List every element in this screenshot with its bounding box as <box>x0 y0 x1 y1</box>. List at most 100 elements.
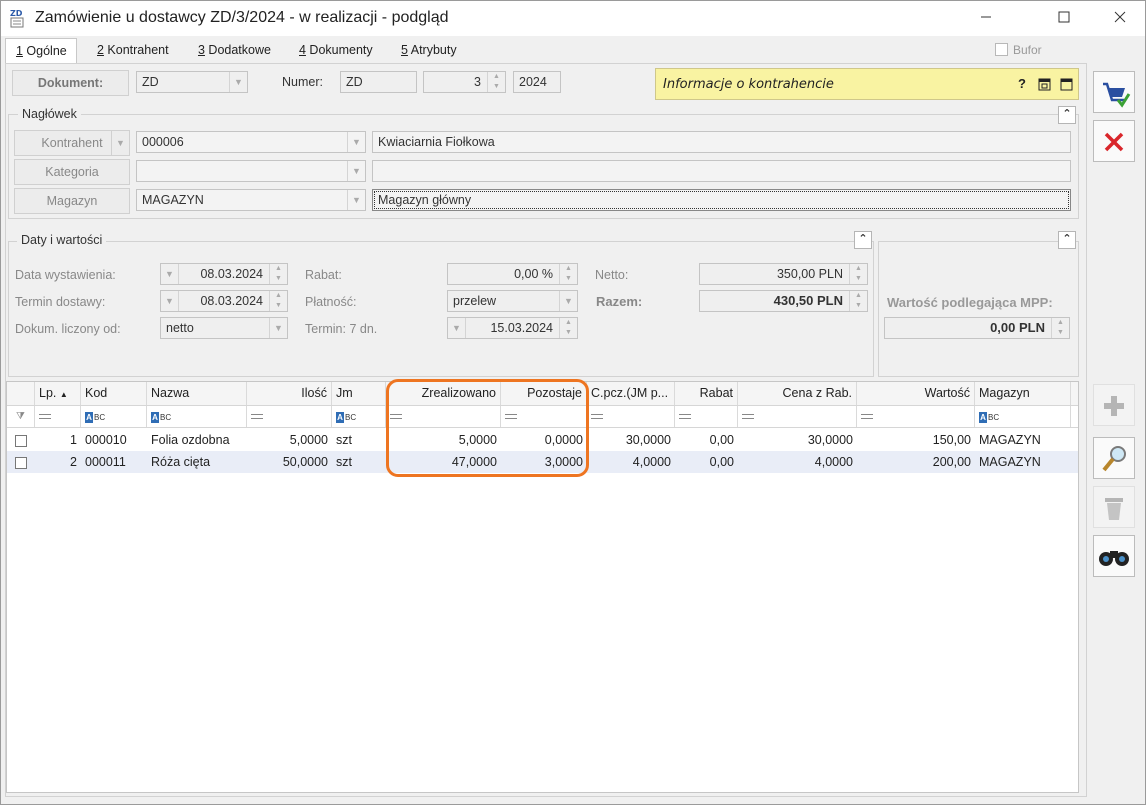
column-header-lp[interactable]: Lp. ▲ <box>35 382 81 405</box>
filter-magazyn[interactable]: A BC <box>975 406 1071 427</box>
filter-cena[interactable] <box>738 406 857 427</box>
cell-pozostaje: 0,0000 <box>544 433 583 447</box>
spinner-icon: ▲ ▼ <box>269 291 287 311</box>
chevron-down-icon: ▼ <box>559 291 577 311</box>
column-header-cena[interactable]: Cena z Rab. <box>738 382 857 405</box>
filter-nazwa[interactable]: A BC <box>147 406 247 427</box>
tab-dokumenty[interactable]: 4 Dokumenty <box>289 38 383 64</box>
add-item-button[interactable] <box>1093 384 1135 426</box>
cell-wartosc: 150,00 <box>932 433 971 447</box>
column-header-ilosc[interactable]: Ilość <box>247 382 332 405</box>
column-header-zrealizowano[interactable]: Zrealizowano <box>386 382 501 405</box>
close-window-button[interactable] <box>1097 1 1143 35</box>
row-checkbox[interactable] <box>7 429 35 451</box>
column-header-magazyn[interactable]: Magazyn <box>975 382 1071 405</box>
data-wystawienia-label: Data wystawienia: <box>15 268 116 282</box>
cell-rabat: 0,00 <box>709 455 734 469</box>
equals-icon <box>390 414 402 420</box>
numer-prefix-field: ZD <box>340 71 417 93</box>
maximize-button[interactable] <box>1041 1 1087 35</box>
dokum-liczony-select[interactable]: netto ▼ <box>160 317 288 339</box>
row-checkbox[interactable] <box>7 451 35 473</box>
save-button[interactable] <box>1093 71 1135 113</box>
search-button[interactable] <box>1093 535 1135 577</box>
filter-lp[interactable] <box>35 406 81 427</box>
minimize-button[interactable] <box>963 1 1009 35</box>
table-row[interactable]: 2 000011 Róża cięta 50,0000 szt 47,0000 … <box>7 451 1078 473</box>
column-header-jm[interactable]: Jm <box>332 382 386 405</box>
platnosc-select[interactable]: przelew ▼ <box>447 290 578 312</box>
table-row[interactable]: 1 000010 Folia ozdobna 5,0000 szt 5,0000… <box>7 429 1078 451</box>
filter-cpcz[interactable] <box>587 406 675 427</box>
magnifier-icon <box>1102 446 1126 472</box>
mpp-value-field: 0,00 PLN ▲ ▼ <box>884 317 1070 339</box>
column-header-nazwa[interactable]: Nazwa <box>147 382 247 405</box>
kontrahent-name-field: Kwiaciarnia Fiołkowa <box>372 131 1071 153</box>
bufor-checkbox[interactable]: Bufor <box>995 43 1042 57</box>
trash-icon <box>1105 498 1123 520</box>
filter-kod[interactable]: A BC <box>81 406 147 427</box>
tab-ogolne[interactable]: 1 Ogólne <box>5 38 77 64</box>
dokument-button[interactable]: Dokument: <box>12 70 129 96</box>
cell-nazwa: Folia ozdobna <box>151 433 230 447</box>
chevron-down-icon[interactable]: ▼ <box>111 131 129 155</box>
tab-atrybuty[interactable]: 5 Atrybuty <box>391 38 467 64</box>
cell-cena: 30,0000 <box>807 433 853 447</box>
cell-zrealizowano: 47,0000 <box>451 455 497 469</box>
cancel-button[interactable] <box>1093 120 1135 162</box>
column-header-wartosc[interactable]: Wartość <box>857 382 975 405</box>
chevron-down-icon: ▼ <box>347 190 365 210</box>
filter-jm[interactable]: A BC <box>332 406 386 427</box>
rabat-field[interactable]: 0,00 % ▲ ▼ <box>447 263 578 285</box>
spinner-icon: ▲ ▼ <box>269 264 287 284</box>
filter-wartosc[interactable] <box>857 406 975 427</box>
delete-item-button[interactable] <box>1093 486 1135 528</box>
maximize-panel-icon[interactable] <box>1060 78 1073 94</box>
filter-funnel-icon[interactable]: ⧩ <box>7 406 35 427</box>
document-type-select[interactable]: ZD ▼ <box>136 71 248 93</box>
help-icon[interactable]: ? <box>1018 76 1026 91</box>
text-filter-icon: A BC <box>85 412 106 424</box>
collapse-icon[interactable]: ⌃ <box>1058 106 1076 124</box>
platnosc-label: Płatność: <box>305 295 357 309</box>
filter-rabat[interactable] <box>675 406 738 427</box>
collapse-icon[interactable]: ⌃ <box>854 231 872 249</box>
magazyn-select[interactable]: MAGAZYN ▼ <box>136 189 366 211</box>
kategoria-button[interactable]: Kategoria <box>14 159 130 185</box>
filter-pozostaje[interactable] <box>501 406 587 427</box>
tab-kontrahent[interactable]: 2 Kontrahent <box>87 38 179 64</box>
cell-rabat: 0,00 <box>709 433 734 447</box>
column-header-cpcz[interactable]: C.pcz.(JM p... <box>587 382 675 405</box>
spinner-icon: ▲ ▼ <box>559 318 577 338</box>
magazyn-button[interactable]: Magazyn <box>14 188 130 214</box>
termin-field[interactable]: ▼ 15.03.2024 ▲ ▼ <box>447 317 578 339</box>
filter-ilosc[interactable] <box>247 406 332 427</box>
column-header-pozostaje[interactable]: Pozostaje <box>501 382 587 405</box>
tab-dodatkowe[interactable]: 3 Dodatkowe <box>188 38 281 64</box>
kontrahent-code-field[interactable]: 000006 ▼ <box>136 131 366 153</box>
cell-jm: szt <box>336 455 352 469</box>
spinner-icon: ▲ ▼ <box>1051 318 1069 338</box>
column-header-rabat[interactable]: Rabat <box>675 382 738 405</box>
text-filter-icon: A BC <box>336 412 357 424</box>
netto-label: Netto: <box>595 268 629 282</box>
close-icon <box>1114 11 1126 23</box>
cell-nazwa: Róża cięta <box>151 455 211 469</box>
chevron-down-icon: ▼ <box>161 264 179 284</box>
termin-dostawy-field[interactable]: ▼ 08.03.2024 ▲ ▼ <box>160 290 288 312</box>
data-wystawienia-field[interactable]: ▼ 08.03.2024 ▲ ▼ <box>160 263 288 285</box>
filter-zrealizowano[interactable] <box>386 406 501 427</box>
numer-value-field[interactable]: 3 ▲ ▼ <box>423 71 506 93</box>
collapse-icon[interactable]: ⌃ <box>1058 231 1076 249</box>
column-header-kod[interactable]: Kod <box>81 382 147 405</box>
spinner-icon: ▲ ▼ <box>487 72 505 92</box>
magazyn-name-field[interactable]: Magazyn główny <box>372 189 1071 211</box>
razem-label: Razem: <box>596 294 643 309</box>
edit-item-button[interactable] <box>1093 437 1135 479</box>
kategoria-select[interactable]: ▼ <box>136 160 366 182</box>
cell-cpcz: 4,0000 <box>632 455 671 469</box>
restore-panel-icon[interactable] <box>1038 78 1051 94</box>
text-filter-icon: A BC <box>151 412 172 424</box>
equals-icon <box>679 414 691 420</box>
title-bar: ZD Zamówienie u dostawcy ZD/3/2024 - w r… <box>1 1 1145 36</box>
